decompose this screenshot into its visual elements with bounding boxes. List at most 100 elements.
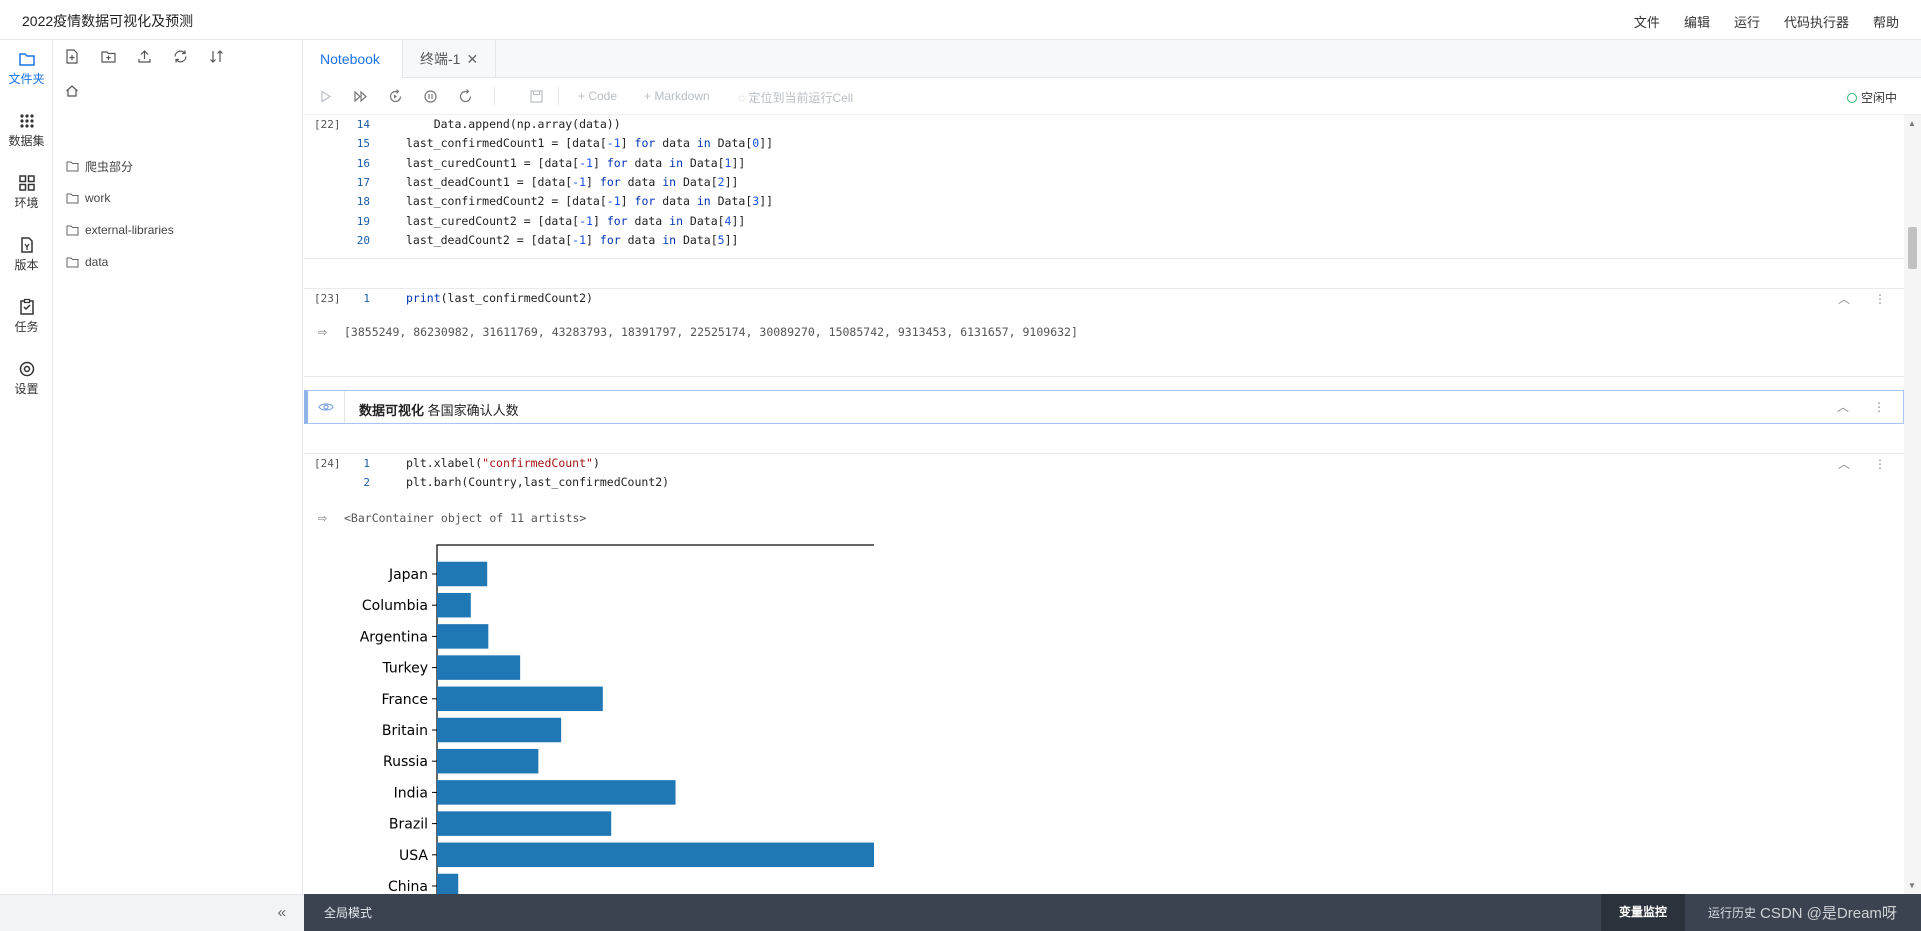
global-mode-button[interactable]: 全局模式 xyxy=(324,904,372,921)
bar-usa xyxy=(437,842,874,868)
rail-item-task[interactable]: 任务 xyxy=(0,288,53,344)
y-tick-label: USA xyxy=(399,848,428,864)
tree-item-data[interactable]: data xyxy=(66,251,108,273)
collapse-panel-icon[interactable]: « xyxy=(278,904,286,921)
tab-label: Notebook xyxy=(320,51,380,67)
collapse-cell-icon[interactable]: ︿ xyxy=(1838,457,1850,471)
rail-label: 数据集 xyxy=(8,134,45,148)
bar-argentina xyxy=(437,624,489,649)
sort-icon[interactable] xyxy=(208,48,225,65)
cell-output: <BarContainer object of 11 artists> xyxy=(344,511,587,525)
y-tick-label: Britain xyxy=(382,723,428,739)
tree-item-external-libraries[interactable]: external-libraries xyxy=(66,219,174,241)
tree-item-work[interactable]: work xyxy=(66,187,110,209)
home-icon xyxy=(66,85,78,97)
more-options-icon[interactable]: ⋮ xyxy=(1873,400,1885,414)
save-icon[interactable] xyxy=(528,88,545,105)
left-panel-footer: « xyxy=(0,894,304,931)
new-folder-icon[interactable] xyxy=(100,48,117,65)
run-all-icon[interactable] xyxy=(352,88,369,105)
tree-item-crawler[interactable]: 爬虫部分 xyxy=(66,155,133,177)
rail-item-folder[interactable]: 文件夹 xyxy=(0,40,53,96)
more-options-icon[interactable]: ⋮ xyxy=(1874,457,1886,471)
markdown-cell[interactable]: 数据可视化 各国家确认人数 ︿ ⋮ xyxy=(304,390,1904,424)
line-number: 15 xyxy=(356,137,370,151)
code-cell-22[interactable]: [22] 14 Data.append(np.array(data)) 15 las… xyxy=(304,115,1904,259)
tree-item-label: external-libraries xyxy=(85,223,174,237)
collapse-cell-icon[interactable]: ︿ xyxy=(1838,292,1850,306)
notebook-body: [22] 14 Data.append(np.array(data)) 15 las… xyxy=(304,115,1904,894)
restart-kernel-icon[interactable] xyxy=(457,88,474,105)
menu-code-executor[interactable]: 代码执行器 xyxy=(1784,12,1849,31)
close-icon[interactable]: ✕ xyxy=(466,51,478,67)
code-line: last_confirmedCount2 = [data[-1] for dat… xyxy=(406,194,774,209)
rail-item-dataset[interactable]: 数据集 xyxy=(0,102,53,158)
watermark: CSDN @是Dream呀 xyxy=(1760,905,1897,922)
locate-running-cell-button[interactable]: ◌ 定位到当前运行Cell xyxy=(738,89,853,106)
code-line: last_deadCount2 = [data[-1] for data in … xyxy=(406,232,739,247)
code-line: last_curedCount1 = [data[-1] for data in… xyxy=(406,155,746,170)
tab-notebook[interactable]: Notebook xyxy=(304,40,403,78)
refresh-icon[interactable] xyxy=(172,48,189,65)
dataset-icon xyxy=(19,114,34,128)
run-history-button[interactable]: 运行历史 xyxy=(1708,904,1756,921)
restart-run-icon[interactable] xyxy=(387,88,404,105)
tree-item-label: work xyxy=(85,191,111,205)
folder-icon xyxy=(66,161,79,172)
notebook-toolbar: + Code + Markdown ◌ 定位到当前运行Cell 空闲中 xyxy=(304,79,1921,115)
menu-run[interactable]: 运行 xyxy=(1734,12,1760,31)
line-number: 19 xyxy=(356,214,370,228)
rail-item-version[interactable]: 版本 xyxy=(0,226,53,282)
collapse-cell-icon[interactable]: ︿ xyxy=(1837,400,1849,414)
notebook-scrollbar[interactable]: ▲ ▼ xyxy=(1904,115,1921,894)
cell-actions: ︿ ⋮ xyxy=(1814,290,1886,307)
home-breadcrumb[interactable] xyxy=(64,84,294,106)
y-tick-label: Turkey xyxy=(381,661,428,677)
run-cell-icon[interactable] xyxy=(317,88,334,105)
add-code-button[interactable]: + Code xyxy=(578,89,617,103)
folder-icon xyxy=(18,53,35,66)
status-dot-icon xyxy=(1846,92,1857,103)
add-markdown-button[interactable]: + Markdown xyxy=(644,89,710,103)
menu-help[interactable]: 帮助 xyxy=(1873,12,1899,31)
y-tick-label: France xyxy=(381,692,428,708)
menu-edit[interactable]: 编辑 xyxy=(1684,12,1710,31)
y-tick-label: Columbia xyxy=(362,598,428,614)
environment-icon xyxy=(18,175,35,191)
rail-label: 文件夹 xyxy=(8,72,45,86)
rail-label: 环境 xyxy=(14,196,39,210)
menu-file[interactable]: 文件 xyxy=(1634,12,1660,31)
variable-monitor-button[interactable]: 变量监控 xyxy=(1601,894,1685,931)
settings-icon xyxy=(19,361,34,377)
bar-china xyxy=(437,873,459,894)
line-number: 1 xyxy=(363,457,370,470)
line-number: 16 xyxy=(356,156,370,170)
scroll-down-icon[interactable]: ▼ xyxy=(1908,881,1916,890)
folder-icon xyxy=(66,257,79,268)
cell-prompt: [24] xyxy=(314,457,341,470)
file-panel: 爬虫部分 work external-libraries data xyxy=(54,40,303,894)
code-line: last_curedCount2 = [data[-1] for data in… xyxy=(406,213,746,228)
rail-item-settings[interactable]: 设置 xyxy=(0,350,53,406)
line-number: 20 xyxy=(356,233,370,247)
more-options-icon[interactable]: ⋮ xyxy=(1874,292,1886,306)
scroll-thumb[interactable] xyxy=(1908,227,1917,269)
code-cell-23[interactable]: [23] 1 print(last_confirmedCount2) ︿ ⋮ ⇨ … xyxy=(304,288,1904,377)
folder-icon xyxy=(66,225,79,236)
tree-item-label: 爬虫部分 xyxy=(85,159,134,174)
tab-label: 终端-1 xyxy=(420,51,461,67)
markdown-bold: 数据可视化 xyxy=(359,403,425,418)
title-bar: 2022疫情数据可视化及预测 文件 编辑 运行 代码执行器 帮助 xyxy=(0,0,1921,40)
version-icon xyxy=(20,237,33,253)
upload-icon[interactable] xyxy=(136,48,153,65)
eye-icon[interactable] xyxy=(318,401,334,413)
new-file-icon[interactable] xyxy=(64,48,81,65)
output-icon: ⇨ xyxy=(318,327,328,339)
interrupt-icon[interactable] xyxy=(422,88,439,105)
tab-terminal[interactable]: 终端-1 ✕ xyxy=(404,40,496,78)
scroll-up-icon[interactable]: ▲ xyxy=(1908,119,1916,128)
file-toolbar xyxy=(64,48,225,65)
code-line: plt.barh(Country,last_confirmedCount2) xyxy=(406,475,670,490)
line-number: 14 xyxy=(356,118,370,131)
rail-item-environment[interactable]: 环境 xyxy=(0,164,53,220)
